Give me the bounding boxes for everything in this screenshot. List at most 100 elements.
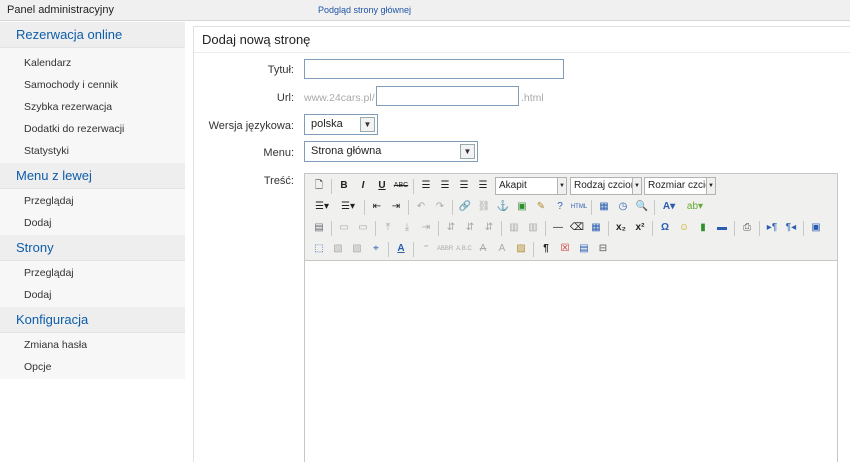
chevron-down-icon: ▼ [360,117,375,132]
abbr-icon[interactable]: ABBR [436,240,454,258]
preview-homepage-link[interactable]: Podgląd strony głównej [318,5,411,15]
preview-icon[interactable]: 🔍 [633,198,651,216]
align-left-icon[interactable]: ☰ [417,177,435,195]
indent-icon[interactable]: ⇥ [387,198,405,216]
advanced-hr-icon[interactable]: ▬ [713,219,731,237]
sidebar-item-calendar[interactable]: Kalendarz [0,52,185,74]
delete-col-icon[interactable]: ⇵ [480,219,498,237]
insert-row-after-icon[interactable]: ⤓ [398,219,416,237]
nonbreaking-icon[interactable]: ☒ [556,240,574,258]
sidebar-item-quick-reservation[interactable]: Szybka rezerwacja [0,96,185,118]
move-backward-icon[interactable]: ▧ [348,240,366,258]
sidebar-section-left-menu: Menu z lewej Przeglądaj Dodaj [0,163,185,235]
table-icon[interactable]: ▤ [310,219,328,237]
attribs-icon[interactable]: ▨ [512,240,530,258]
outdent-icon[interactable]: ⇤ [368,198,386,216]
sidebar-section-title: Menu z lewej [0,163,185,189]
bold-icon[interactable]: B [335,177,353,195]
special-char-icon[interactable]: Ω [656,219,674,237]
toolbar-row-1: 🗋 B I U ABC ☰ ☰ ☰ ☰ Akapit ▼ Rodzaj czci… [308,177,836,197]
insert-col-after-icon[interactable]: ⇵ [461,219,479,237]
pagebreak-icon[interactable]: ⊟ [594,240,612,258]
anchor-icon[interactable]: ⚓ [494,198,512,216]
absolute-position-icon[interactable]: ⌖ [367,240,385,258]
sidebar-item-browse-pages[interactable]: Przeglądaj [0,262,185,284]
visual-chars-icon[interactable]: ¶ [537,240,555,258]
styleprops-icon[interactable]: A [392,240,410,258]
sidebar-item-browse-menu[interactable]: Przeglądaj [0,190,185,212]
insert-time-icon[interactable]: ◷ [614,198,632,216]
acronym-icon[interactable]: A.B.C [455,240,473,258]
font-size-select[interactable]: Rozmiar czcionki ▼ [644,177,716,195]
ins-icon[interactable]: A [493,240,511,258]
menu-select[interactable]: Strona główna ▼ [304,141,478,162]
toolbar-separator [331,179,332,194]
horizontal-rule-icon[interactable]: — [549,219,567,237]
new-document-icon[interactable]: 🗋 [310,177,328,195]
editor-content-area[interactable] [305,260,837,462]
rtl-icon[interactable]: ¶◂ [782,219,800,237]
align-center-icon[interactable]: ☰ [436,177,454,195]
sidebar-item-cars-pricing[interactable]: Samochody i cennik [0,74,185,96]
title-label: Tytuł: [267,64,294,76]
ltr-icon[interactable]: ▸¶ [763,219,781,237]
page-title: Dodaj nową stronę [194,27,850,53]
cell-properties-icon[interactable]: ▭ [354,219,372,237]
insert-col-before-icon[interactable]: ⇵ [442,219,460,237]
visual-aid-icon[interactable]: ▦ [587,219,605,237]
italic-icon[interactable]: I [354,177,372,195]
align-justify-icon[interactable]: ☰ [474,177,492,195]
cite-icon[interactable]: “” [417,240,435,258]
sidebar-item-change-password[interactable]: Zmiana hasła [0,334,185,356]
format-select[interactable]: Akapit ▼ [495,177,567,195]
sidebar-item-add-page[interactable]: Dodaj [0,284,185,306]
sidebar: Rezerwacja online Kalendarz Samochody i … [0,22,185,462]
print-icon[interactable]: ⎙ [738,219,756,237]
template-icon[interactable]: ▤ [575,240,593,258]
toolbar-separator [734,221,735,236]
language-label: Wersja językowa: [208,120,294,132]
delete-row-icon[interactable]: ⇥ [417,219,435,237]
del-icon[interactable]: A [474,240,492,258]
redo-icon[interactable]: ↷ [431,198,449,216]
text-color-icon[interactable]: A▾ [658,198,680,216]
sidebar-item-add-menu[interactable]: Dodaj [0,212,185,234]
remove-format-icon[interactable]: ⌫ [568,219,586,237]
insert-row-before-icon[interactable]: ⤒ [379,219,397,237]
insert-layer-icon[interactable]: ⬚ [310,240,328,258]
font-family-select[interactable]: Rodzaj czcionki ▼ [570,177,642,195]
link-icon[interactable]: 🔗 [456,198,474,216]
strikethrough-icon[interactable]: ABC [392,177,410,195]
sidebar-item-options[interactable]: Opcje [0,356,185,378]
undo-icon[interactable]: ↶ [412,198,430,216]
title-input[interactable] [304,59,564,79]
bullet-list-icon[interactable]: ☰▾ [310,198,334,216]
merge-cells-icon[interactable]: ▥ [524,219,542,237]
underline-icon[interactable]: U [373,177,391,195]
align-right-icon[interactable]: ☰ [455,177,473,195]
image-icon[interactable]: ▣ [513,198,531,216]
superscript-icon[interactable]: x² [631,219,649,237]
sidebar-item-reservation-addons[interactable]: Dodatki do rezerwacji [0,118,185,140]
help-icon[interactable]: ? [551,198,569,216]
insert-date-icon[interactable]: ▦ [595,198,613,216]
language-select[interactable]: polska ▼ [304,114,378,135]
media-icon[interactable]: ▮ [694,219,712,237]
fullscreen-icon[interactable]: ▣ [807,219,825,237]
row-properties-icon[interactable]: ▭ [335,219,353,237]
sidebar-item-statistics[interactable]: Statystyki [0,140,185,162]
sidebar-section-pages: Strony Przeglądaj Dodaj [0,235,185,307]
toolbar-separator [408,200,409,215]
html-icon[interactable]: HTML [570,198,588,216]
unlink-icon[interactable]: ⛓ [475,198,493,216]
split-cells-icon[interactable]: ▥ [505,219,523,237]
highlight-color-icon[interactable]: ab▾ [684,198,706,216]
numbered-list-icon[interactable]: ☰▾ [336,198,360,216]
cleanup-icon[interactable]: ✎ [532,198,550,216]
url-input[interactable] [376,86,519,106]
subscript-icon[interactable]: x₂ [612,219,630,237]
toolbar-separator [654,200,655,215]
toolbar-row-2: ☰▾ ☰▾ ⇤ ⇥ ↶ ↷ 🔗 ⛓ ⚓ ▣ ✎ ? HTML ▦ ◷ 🔍 A▾ … [308,198,836,218]
emoticon-icon[interactable]: ☺ [675,219,693,237]
move-forward-icon[interactable]: ▧ [329,240,347,258]
